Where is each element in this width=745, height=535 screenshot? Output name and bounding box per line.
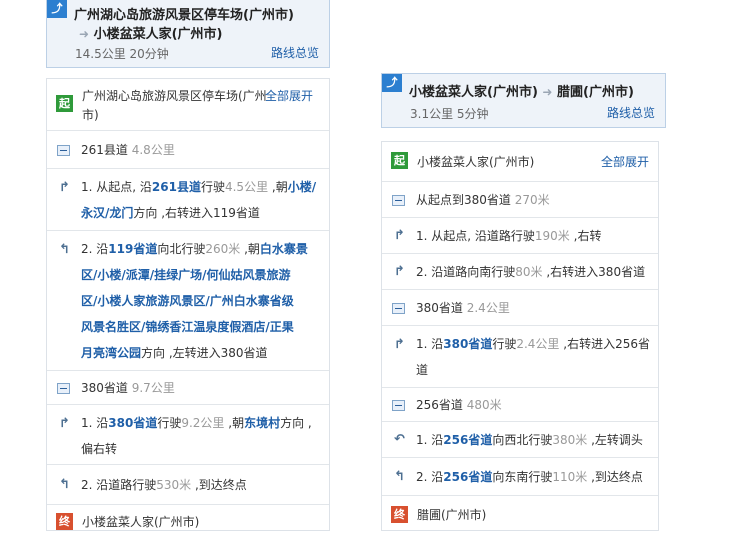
route-panel-left: ⤴ 广州湖心岛旅游风景区停车场(广州市) ➜ 小楼盆菜人家(广州市) 14.5公…: [46, 0, 330, 531]
start-row: 起 广州湖心岛旅游风景区停车场(广州 市) 全部展开: [47, 79, 329, 131]
route-overview-link[interactable]: 路线总览: [271, 44, 319, 61]
end-badge: 终: [56, 513, 73, 530]
route-origin: 小楼盆菜人家(广州市): [409, 85, 538, 100]
step-text: 2. 沿256省道向东南行驶110米 ,到达终点: [416, 470, 643, 484]
turn-left-icon: ↰: [59, 477, 70, 492]
collapse-minus-icon[interactable]: [392, 400, 405, 411]
step-row: ↶ 1. 沿256省道向西北行驶380米 ,左转调头: [382, 422, 658, 458]
route-header: ⤴ 广州湖心岛旅游风景区停车场(广州市) ➜ 小楼盆菜人家(广州市) 14.5公…: [46, 0, 330, 68]
step-row: ↰ 2. 沿256省道向东南行驶110米 ,到达终点: [382, 458, 658, 496]
step-row: ↱ 2. 沿道路向南行驶80米 ,右转进入380省道: [382, 254, 658, 290]
end-row: 终 腊圃(广州市): [382, 496, 658, 532]
step-row: ↱ 1. 沿380省道行驶9.2公里 ,朝东境村方向 , 偏右转: [47, 405, 329, 465]
arrow-right-icon: ➜: [542, 85, 553, 99]
end-name: 腊圃(广州市): [417, 508, 487, 522]
route-distance-time: 3.1公里 5分钟: [410, 107, 489, 121]
route-destination: 腊圃(广州市): [557, 85, 634, 100]
turn-right-icon: ↱: [59, 416, 70, 431]
start-badge: 起: [391, 152, 408, 169]
segment-row[interactable]: 380省道 9.7公里: [47, 371, 329, 405]
step-text: 1. 从起点, 沿261县道行驶4.5公里 ,朝小楼/ 永汉/龙门方向 ,右转进…: [81, 180, 317, 220]
expand-all-link[interactable]: 全部展开: [265, 83, 313, 109]
step-text: 2. 沿道路向南行驶80米 ,右转进入380省道: [416, 265, 646, 279]
step-text: 1. 从起点, 沿道路行驶190米 ,右转: [416, 229, 602, 243]
collapse-minus-icon[interactable]: [392, 303, 405, 314]
turn-right-icon: ↱: [59, 180, 70, 195]
start-name: 广州湖心岛旅游风景区停车场(广州: [82, 89, 267, 103]
start-row: 起 小楼盆菜人家(广州市) 全部展开: [382, 142, 658, 182]
step-row: ↱ 1. 从起点, 沿261县道行驶4.5公里 ,朝小楼/ 永汉/龙门方向 ,右…: [47, 169, 329, 231]
end-name: 小楼盆菜人家(广州市): [82, 515, 200, 529]
route-marker-icon: ⤴: [47, 0, 67, 18]
step-row: ↱ 1. 从起点, 沿道路行驶190米 ,右转: [382, 218, 658, 254]
route-marker-icon: ⤴: [382, 74, 402, 92]
route-overview-link[interactable]: 路线总览: [607, 104, 655, 121]
segment-row[interactable]: 380省道 2.4公里: [382, 290, 658, 326]
step-row: ↰ 2. 沿119省道向北行驶260米 ,朝白水寨景 区/小楼/派潭/挂绿广场/…: [47, 231, 329, 371]
route-destination: 小楼盆菜人家(广州市): [93, 27, 223, 42]
collapse-minus-icon[interactable]: [57, 145, 70, 156]
route-steps-list: 起 广州湖心岛旅游风景区停车场(广州 市) 全部展开 261县道 4.8公里 ↱…: [46, 78, 330, 531]
segment-label: 380省道 9.7公里: [81, 381, 175, 395]
step-row: ↰ 2. 沿道路行驶530米 ,到达终点: [47, 465, 329, 505]
start-name-line2: 市): [82, 108, 99, 122]
turn-left-icon: ↰: [394, 469, 405, 484]
segment-label: 261县道 4.8公里: [81, 143, 175, 157]
step-row: ↱ 1. 沿380省道行驶2.4公里 ,右转进入256省 道: [382, 326, 658, 388]
route-title: 小楼盆菜人家(广州市) ➜ 腊圃(广州市): [409, 81, 634, 100]
route-panel-right: ⤴ 小楼盆菜人家(广州市) ➜ 腊圃(广州市) 3.1公里 5分钟 路线总览 起…: [381, 73, 666, 531]
turn-right-icon: ↱: [394, 337, 405, 352]
step-text: 2. 沿道路行驶530米 ,到达终点: [81, 478, 247, 492]
route-destination-line: ➜ 小楼盆菜人家(广州市): [79, 23, 222, 42]
segment-row[interactable]: 261县道 4.8公里: [47, 131, 329, 169]
segment-row[interactable]: 从起点到380省道 270米: [382, 182, 658, 218]
route-steps-list: 起 小楼盆菜人家(广州市) 全部展开 从起点到380省道 270米 ↱ 1. 从…: [381, 141, 659, 531]
step-text: 1. 沿256省道向西北行驶380米 ,左转调头: [416, 433, 643, 447]
turn-right-icon: ↱: [394, 228, 405, 243]
end-row: 终 小楼盆菜人家(广州市): [47, 505, 329, 532]
arrow-right-icon: ➜: [79, 27, 90, 41]
collapse-minus-icon[interactable]: [57, 383, 70, 394]
start-badge: 起: [56, 95, 73, 112]
step-text: 2. 沿119省道向北行驶260米 ,朝白水寨景 区/小楼/派潭/挂绿广场/何仙…: [81, 242, 308, 360]
route-header: ⤴ 小楼盆菜人家(广州市) ➜ 腊圃(广州市) 3.1公里 5分钟 路线总览: [381, 73, 666, 128]
segment-label: 380省道 2.4公里: [416, 301, 510, 315]
step-text: 1. 沿380省道行驶9.2公里 ,朝东境村方向 , 偏右转: [81, 416, 312, 456]
turn-left-icon: ↰: [59, 242, 70, 257]
segment-label: 256省道 480米: [416, 398, 502, 412]
turn-right-icon: ↱: [394, 264, 405, 279]
route-distance-time: 14.5公里 20分钟: [75, 47, 169, 61]
collapse-minus-icon[interactable]: [392, 195, 405, 206]
end-badge: 终: [391, 506, 408, 523]
u-turn-icon: ↶: [394, 432, 405, 447]
segment-label: 从起点到380省道 270米: [416, 193, 550, 207]
start-name: 小楼盆菜人家(广州市): [417, 155, 535, 169]
segment-row[interactable]: 256省道 480米: [382, 388, 658, 422]
step-text: 1. 沿380省道行驶2.4公里 ,右转进入256省 道: [416, 337, 650, 377]
route-origin: 广州湖心岛旅游风景区停车场(广州市): [74, 8, 294, 23]
expand-all-link[interactable]: 全部展开: [601, 149, 649, 175]
